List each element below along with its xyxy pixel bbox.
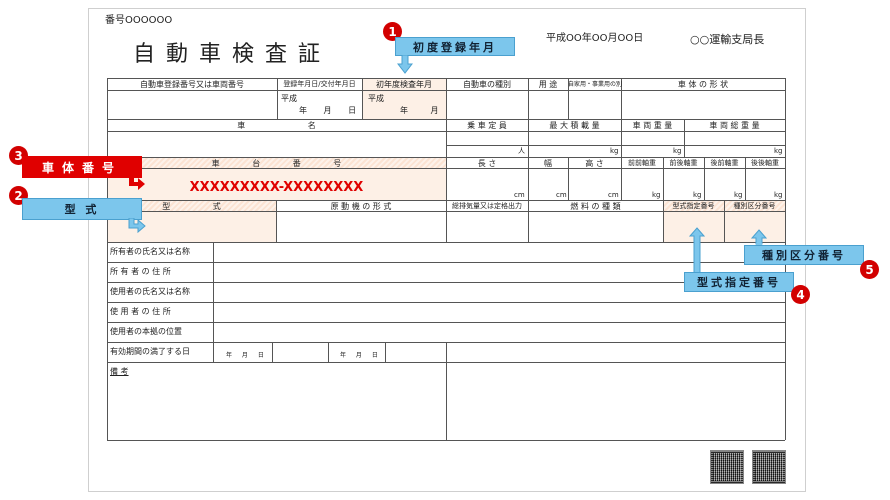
unit-kg-3: kg — [774, 147, 783, 155]
expiry-ymd-2: 年 月 日 — [340, 352, 378, 359]
expiry-ymd-1: 年 月 日 — [226, 352, 264, 359]
era-1: 平成 — [281, 94, 297, 103]
qr-code-1 — [710, 450, 744, 484]
era-2: 平成 — [368, 94, 384, 103]
callout-4-arrow — [689, 227, 705, 275]
unit-kg-5: kg — [693, 191, 702, 199]
rf-axle-label: 後前軸重 — [710, 159, 739, 167]
chassis-label: 車 台 番 号 — [211, 159, 342, 168]
capacity-label: 乗 車 定 員 — [467, 121, 507, 130]
width-label: 幅 — [544, 159, 552, 168]
page-title: 自 動 車 検 査 証 — [133, 42, 322, 67]
fuel-label: 燃 料 の 種 類 — [570, 202, 621, 211]
chassis-value: XXXXXXXXX-XXXXXXXX — [189, 180, 364, 195]
private-business-label: 自家用・事業用の別 — [568, 81, 623, 88]
expiry-label: 有効期間の満了する日 — [110, 347, 190, 356]
fr-axle-label: 前後軸重 — [669, 159, 698, 167]
callout-5-label: 種別区分番号 — [744, 245, 864, 265]
user-base-label: 使用者の本拠の位置 — [110, 327, 182, 336]
user-address-label: 使 用 者 の 住 所 — [110, 307, 171, 316]
unit-cm-1: cm — [514, 191, 525, 199]
unit-cm-3: cm — [608, 191, 619, 199]
unit-kg-2: kg — [673, 147, 682, 155]
callout-3-label: 車体番号 — [22, 156, 142, 178]
model-designation-label: 型式指定番号 — [672, 202, 715, 210]
reg-date-label: 登録年月日/交付年月日 — [283, 80, 356, 88]
callout-2-arrow — [128, 218, 146, 234]
unit-kg-6: kg — [734, 191, 743, 199]
callout-3-arrow — [129, 176, 145, 190]
qr-code-2 — [752, 450, 786, 484]
unit-cm-2: cm — [556, 191, 567, 199]
callout-4-label: 型式指定番号 — [684, 272, 794, 292]
issue-date: 平成OO年OO月OO日 — [546, 33, 644, 44]
callout-2-label: 型 式 — [22, 198, 142, 220]
first-reg-ym: 年 月 — [400, 106, 439, 115]
callout-4-number: 4 — [791, 285, 810, 304]
doc-number: 番号OOOOOO — [105, 15, 173, 26]
reg-date-ymd: 年 月 日 — [299, 106, 357, 115]
category-number-label: 種別区分番号 — [733, 202, 776, 210]
unit-kg-7: kg — [774, 191, 783, 199]
reg-no-label: 自動車登録番号又は車両番号 — [140, 80, 244, 89]
unit-kg-4: kg — [652, 191, 661, 199]
displacement-label: 総排気量又は定格出力 — [452, 202, 522, 210]
engine-label: 原 動 機 の 形 式 — [330, 202, 392, 211]
issuer: ○○運輸支局長 — [690, 33, 765, 46]
max-load-label: 最 大 積 載 量 — [549, 121, 600, 130]
owner-name-label: 所有者の氏名又は名称 — [110, 247, 190, 256]
gross-weight-label: 車 両 総 重 量 — [709, 121, 760, 130]
owner-address-label: 所 有 者 の 住 所 — [110, 267, 171, 276]
first-reg-label: 初年度検査年月 — [376, 80, 432, 89]
remarks-label: 備 考 — [110, 367, 129, 376]
callout-5-number: 5 — [860, 260, 879, 279]
callout-1-arrow — [397, 55, 413, 74]
body-shape-label: 車 体 の 形 状 — [677, 80, 729, 89]
unit-kg-1: kg — [610, 147, 619, 155]
kind-label: 自動車の種別 — [463, 80, 511, 89]
unit-person: 人 — [518, 147, 525, 155]
height-label: 高 さ — [585, 159, 604, 168]
length-label: 長 さ — [477, 159, 497, 168]
use-label: 用 途 — [538, 80, 558, 89]
vehicle-name-label: 車 名 — [237, 121, 316, 130]
ff-axle-label: 前前軸重 — [628, 159, 656, 167]
rr-axle-label: 後後軸重 — [751, 159, 779, 167]
user-name-label: 使用者の氏名又は名称 — [110, 287, 190, 296]
weight-label: 車 両 重 量 — [632, 121, 673, 130]
callout-1-label: 初度登録年月 — [395, 37, 515, 56]
